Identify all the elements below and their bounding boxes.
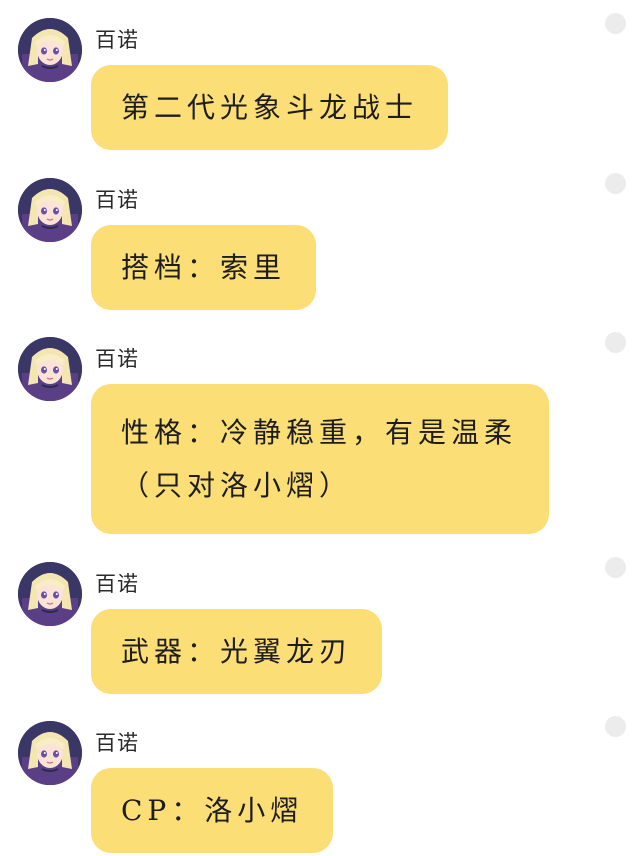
sender-name: 百诺 [95,347,139,371]
message-bubble[interactable]: 武器：光翼龙刃 [91,609,383,694]
message-bubble[interactable]: CP：洛小熠 [91,768,334,853]
status-dot-icon[interactable] [605,173,626,194]
chat-message: 百诺 性格：冷静稳重，有是温柔（只对洛小熠） [0,332,640,537]
status-dot-icon[interactable] [605,557,626,578]
status-dot-icon[interactable] [605,13,626,34]
status-dot-icon[interactable] [605,716,626,737]
message-bubble[interactable]: 性格：冷静稳重，有是温柔（只对洛小熠） [91,384,549,534]
sender-name: 百诺 [95,731,139,755]
sender-name: 百诺 [95,28,139,52]
message-bubble[interactable]: 搭档：索里 [91,225,317,310]
chat-message: 百诺 武器：光翼龙刃 [0,557,640,697]
avatar[interactable] [18,721,82,785]
avatar[interactable] [18,18,82,82]
message-bubble[interactable]: 第二代光象斗龙战士 [91,65,449,150]
chat-message: 百诺 第二代光象斗龙战士 [0,13,640,153]
avatar[interactable] [18,337,82,401]
sender-name: 百诺 [95,188,139,212]
sender-name: 百诺 [95,572,139,596]
avatar[interactable] [18,562,82,626]
chat-message: 百诺 搭档：索里 [0,173,640,313]
chat-message: 百诺 CP：洛小熠 [0,716,640,856]
avatar[interactable] [18,178,82,242]
status-dot-icon[interactable] [605,332,626,353]
